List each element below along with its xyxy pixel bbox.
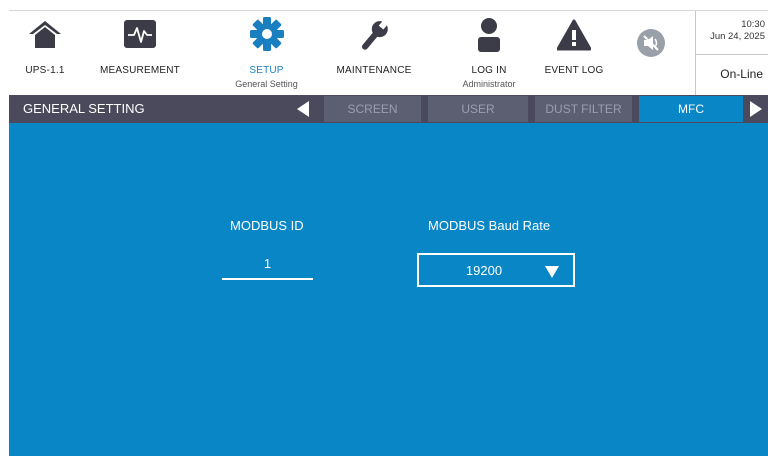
home-icon [28, 19, 62, 54]
baud-rate-value: 19200 [465, 263, 503, 278]
top-navigation-bar: UPS-1.1 MEASUREMENT SETUP General Settin… [9, 10, 768, 96]
tab-dust-filter[interactable]: DUST FILTER [535, 96, 632, 122]
tab-mfc[interactable]: MFC [639, 96, 743, 122]
nav-maintenance[interactable]: MAINTENANCE [319, 11, 429, 96]
modbus-id-underline [222, 278, 313, 280]
nav-eventlog-label: EVENT LOG [544, 65, 604, 76]
modbus-id-input[interactable]: 1 [222, 256, 313, 271]
waveform-icon [123, 19, 157, 54]
nav-setup-sublabel: General Setting [235, 79, 298, 89]
nav-measurement[interactable]: MEASUREMENT [81, 11, 199, 96]
baud-rate-label: MODBUS Baud Rate [428, 218, 551, 233]
nav-measurement-label: MEASUREMENT [100, 65, 180, 76]
status-panel: 10:30 Jun 24, 2025 On-Line [695, 11, 768, 96]
status-divider [696, 54, 768, 55]
nav-setup-label: SETUP [249, 65, 284, 76]
sub-navigation-bar: GENERAL SETTING SCREEN USER DUST FILTER … [9, 95, 768, 123]
warning-icon [556, 19, 592, 56]
tab-screen[interactable]: SCREEN [324, 96, 421, 122]
nav-ups[interactable]: UPS-1.1 [9, 11, 81, 96]
nav-login[interactable]: LOG IN Administrator [439, 11, 539, 96]
date-text: Jun 24, 2025 [710, 31, 765, 42]
wrench-icon [356, 19, 392, 58]
baud-rate-select[interactable]: 19200 [417, 253, 575, 287]
nav-ups-label: UPS-1.1 [25, 65, 65, 76]
tab-prev-arrow[interactable] [297, 101, 309, 117]
nav-eventlog[interactable]: EVENT LOG [534, 11, 614, 96]
nav-maintenance-label: MAINTENANCE [336, 65, 412, 76]
tab-next-arrow[interactable] [750, 101, 762, 117]
tab-user[interactable]: USER [428, 96, 528, 122]
chevron-down-icon [545, 266, 559, 278]
nav-login-sublabel: Administrator [462, 79, 516, 89]
modbus-id-label: MODBUS ID [230, 218, 304, 233]
speaker-muted-icon[interactable] [636, 28, 666, 63]
user-icon [475, 18, 503, 58]
ups-mode: On-Line [720, 67, 763, 81]
gear-icon [248, 17, 286, 58]
nav-setup[interactable]: SETUP General Setting [214, 11, 319, 96]
nav-login-label: LOG IN [471, 65, 507, 76]
time-text: 10:30 [741, 19, 765, 30]
clock: 10:30 Jun 24, 2025 [710, 19, 765, 43]
section-title: GENERAL SETTING [23, 101, 145, 116]
